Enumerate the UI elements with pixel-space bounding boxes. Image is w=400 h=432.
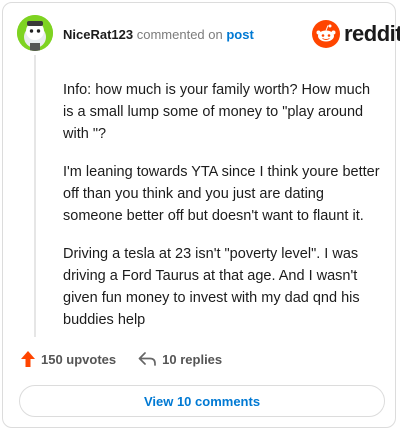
commented-on-text: commented on: [136, 27, 223, 42]
avatar[interactable]: [17, 15, 53, 51]
reddit-logo: reddit: [312, 20, 400, 48]
reddit-icon: [312, 20, 340, 48]
username[interactable]: NiceRat123: [63, 27, 133, 42]
reply-arrow-icon: [138, 352, 157, 366]
replies-button[interactable]: 10 replies: [138, 352, 222, 367]
comment-header: NiceRat123 commented on post: [63, 27, 254, 43]
post-link[interactable]: post: [226, 27, 253, 42]
comment-paragraph: I'm leaning towards YTA since I think yo…: [63, 164, 380, 224]
comment-paragraph: Info: how much is your family worth? How…: [63, 82, 371, 142]
upvote-button[interactable]: 150 upvotes: [21, 351, 116, 367]
comment-card: NiceRat123 commented on post reddit Info…: [2, 2, 400, 428]
reddit-wordmark: reddit: [344, 21, 400, 46]
comment-actions: 150 upvotes 10 replies: [21, 351, 244, 367]
comment-body: Info: how much is your family worth? How…: [63, 79, 383, 347]
view-comments-button[interactable]: View 10 comments: [19, 385, 385, 417]
snoo-avatar-icon: [17, 15, 53, 51]
comment-paragraph: Driving a tesla at 23 isn't "poverty lev…: [63, 246, 360, 328]
upvote-count: 150 upvotes: [41, 351, 117, 367]
thread-line: [34, 55, 36, 337]
upvote-arrow-icon: [21, 351, 35, 367]
reply-count: 10 replies: [162, 351, 223, 367]
